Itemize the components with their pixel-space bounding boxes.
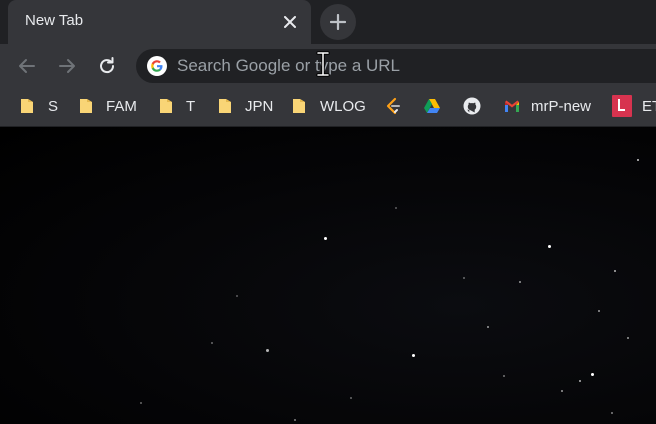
star	[627, 337, 629, 339]
reload-icon	[97, 56, 117, 76]
star	[579, 380, 581, 382]
folder-icon	[77, 97, 95, 115]
browser-window: New Tab Search Google or type a URL S FA…	[0, 0, 656, 424]
new-tab-button[interactable]	[320, 4, 356, 40]
bookmark-mrp-new[interactable]: mrP-new	[503, 95, 591, 117]
bookmark-label: FAM	[106, 97, 137, 115]
back-button[interactable]	[15, 54, 39, 78]
bookmark-folder-t[interactable]: T	[157, 95, 195, 117]
bookmark-label: ET	[642, 97, 656, 115]
bookmark-github[interactable]	[463, 95, 481, 117]
star	[395, 207, 397, 209]
tab-strip: New Tab	[0, 0, 656, 44]
star	[591, 373, 594, 376]
bookmark-label: WLOG	[320, 97, 366, 115]
star	[598, 310, 600, 312]
tab-new-tab[interactable]: New Tab	[8, 0, 311, 44]
star	[548, 245, 551, 248]
star	[236, 295, 238, 297]
close-icon[interactable]	[280, 12, 300, 32]
address-input[interactable]	[177, 49, 637, 83]
bookmark-folder-fam[interactable]: FAM	[77, 95, 137, 117]
star	[614, 270, 616, 272]
star	[503, 375, 505, 377]
bookmark-leetcode[interactable]	[384, 95, 402, 117]
arrow-left-icon	[17, 56, 37, 76]
new-tab-page-background	[0, 127, 656, 424]
star	[519, 281, 521, 283]
star	[294, 419, 296, 421]
bookmark-label: T	[186, 97, 196, 115]
bookmark-folder-wlog[interactable]: WLOG	[290, 95, 366, 117]
red-l-icon	[612, 95, 632, 117]
folder-icon	[290, 97, 308, 115]
star	[561, 390, 563, 392]
tab-title: New Tab	[25, 12, 84, 29]
leetcode-icon	[384, 97, 402, 115]
google-icon	[147, 56, 167, 76]
bookmark-google-drive[interactable]	[423, 95, 441, 117]
plus-icon	[329, 13, 347, 31]
star	[412, 354, 415, 357]
toolbar	[0, 44, 656, 88]
folder-icon	[18, 97, 36, 115]
folder-icon	[216, 97, 234, 115]
star	[487, 326, 489, 328]
star	[140, 402, 142, 404]
bookmark-label: mrP-new	[531, 97, 592, 115]
star	[211, 342, 213, 344]
gmail-icon	[503, 97, 521, 115]
bookmark-et[interactable]: ET	[612, 95, 656, 117]
text-cursor-icon	[316, 51, 330, 77]
star	[611, 412, 613, 414]
star	[324, 237, 327, 240]
star	[463, 277, 465, 279]
bookmark-folder-s[interactable]: S	[18, 95, 58, 117]
star	[637, 159, 639, 161]
omnibox[interactable]	[136, 49, 656, 83]
bookmarks-bar: S FAM T JPN WLOG mrP-new E	[0, 88, 656, 127]
bookmark-label: JPN	[245, 97, 274, 115]
folder-icon	[157, 97, 175, 115]
arrow-right-icon	[57, 56, 77, 76]
forward-button[interactable]	[55, 54, 79, 78]
google-drive-icon	[423, 97, 441, 115]
bookmark-label: S	[48, 97, 59, 115]
github-icon	[463, 97, 481, 115]
reload-button[interactable]	[95, 54, 119, 78]
star	[266, 349, 269, 352]
bookmark-folder-jpn[interactable]: JPN	[216, 95, 273, 117]
star	[350, 397, 352, 399]
